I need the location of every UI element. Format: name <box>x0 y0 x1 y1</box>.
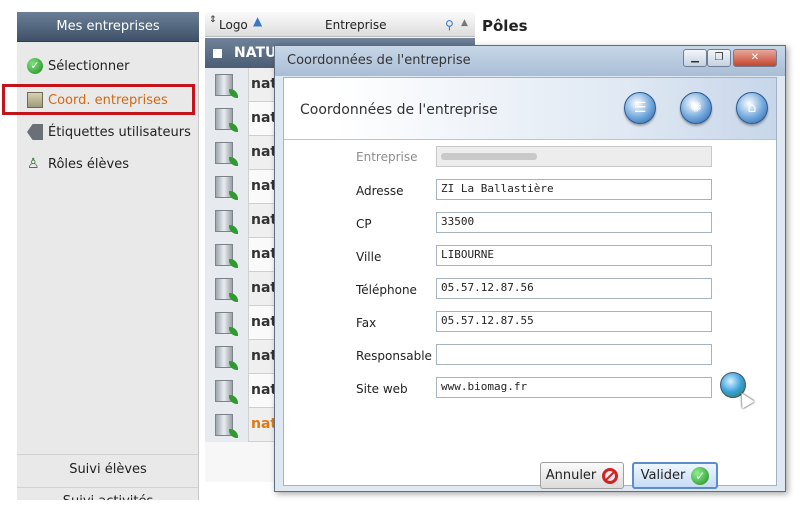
cp-field[interactable]: 33500 <box>436 212 712 233</box>
logo-cell <box>205 68 249 102</box>
list-icon[interactable]: ☰ <box>624 92 656 124</box>
sidebar-section-suivi-activites[interactable]: Suivi activités <box>17 487 199 500</box>
logo-cell <box>205 136 249 170</box>
tag-icon <box>27 124 43 140</box>
group-label: NATU <box>234 45 277 61</box>
leaf-icon <box>229 429 238 438</box>
logo-cell <box>205 340 249 374</box>
logo-cell <box>205 408 249 442</box>
label-telephone: Téléphone <box>356 283 417 297</box>
label-site-web: Site web <box>356 382 408 396</box>
sort-asc-icon[interactable]: ▲ <box>253 14 262 28</box>
book-leaf-icon <box>215 380 238 404</box>
leaf-icon <box>229 225 238 234</box>
maximize-icon[interactable]: ❐ <box>707 49 731 67</box>
responsable-field[interactable] <box>436 344 712 365</box>
book-leaf-icon <box>215 346 238 370</box>
book-leaf-icon <box>215 74 238 98</box>
leaf-icon <box>229 361 238 370</box>
leaf-icon <box>229 157 238 166</box>
logo-cell <box>205 272 249 306</box>
lightbulb-icon[interactable]: ✺ <box>680 92 712 124</box>
dialog-titlebar[interactable]: Coordonnées de l'entreprise ▁ ❐ ✕ <box>275 46 785 76</box>
book-leaf-icon <box>215 414 238 438</box>
company-form: Entreprise Adresse ZI La Ballastière CP … <box>284 140 776 489</box>
company-details-dialog: Coordonnées de l'entreprise ▁ ❐ ✕ Coordo… <box>274 45 786 492</box>
check-icon: ✓ <box>27 58 43 74</box>
leaf-icon <box>229 123 238 132</box>
logo-cell <box>205 238 249 272</box>
banner-title: Coordonnées de l'entreprise <box>300 102 498 118</box>
dialog-title: Coordonnées de l'entreprise <box>287 53 471 68</box>
building-icon[interactable]: ⌂ <box>736 92 768 124</box>
search-icon[interactable]: ⚲ <box>445 18 454 32</box>
logo-cell <box>205 102 249 136</box>
collapse-icon[interactable] <box>213 48 222 58</box>
label-cp: CP <box>356 217 372 231</box>
cancel-button[interactable]: Annuler <box>540 462 624 489</box>
leaf-icon <box>229 395 238 404</box>
sidebar-item-etiquettes[interactable]: Étiquettes utilisateurs <box>17 120 199 144</box>
sidebar-header: Mes entreprises <box>17 12 199 42</box>
scroll-up-icon[interactable]: ▲ <box>461 18 468 28</box>
logo-cell <box>205 204 249 238</box>
validate-label: Valider <box>640 468 686 483</box>
sidebar-item-selectionner[interactable]: ✓ Sélectionner <box>17 54 199 78</box>
label-fax: Fax <box>356 316 377 330</box>
grid-header: ⇕ Logo ▲ Entreprise ⚲ ▲ <box>205 12 475 37</box>
telephone-field[interactable]: 05.57.12.87.56 <box>436 278 712 299</box>
sidebar-item-label: Sélectionner <box>48 58 130 74</box>
book-leaf-icon <box>215 108 238 132</box>
dialog-banner: Coordonnées de l'entreprise ☰ ✺ ⌂ <box>284 78 776 140</box>
check-icon: ✓ <box>691 466 710 485</box>
book-leaf-icon <box>215 210 238 234</box>
label-entreprise: Entreprise <box>356 150 418 164</box>
logo-cell <box>205 170 249 204</box>
highlight-annotation <box>2 84 195 115</box>
book-leaf-icon <box>215 176 238 200</box>
leaf-icon <box>229 293 238 302</box>
label-adresse: Adresse <box>356 184 404 198</box>
close-icon[interactable]: ✕ <box>733 49 777 67</box>
logo-cell <box>205 306 249 340</box>
users-icon: ♙ <box>27 156 40 172</box>
sidebar-item-label: Étiquettes utilisateurs <box>48 124 191 140</box>
site-web-field[interactable]: www.biomag.fr <box>436 377 712 398</box>
fax-field[interactable]: 05.57.12.87.55 <box>436 311 712 332</box>
dialog-body: Coordonnées de l'entreprise ☰ ✺ ⌂ Entrep… <box>283 77 777 489</box>
leaf-icon <box>229 191 238 200</box>
sidebar-item-roles[interactable]: ♙ Rôles élèves <box>17 152 199 176</box>
validate-button[interactable]: Valider ✓ <box>632 462 718 489</box>
poles-panel-title: Pôles <box>482 17 528 35</box>
leaf-icon <box>229 259 238 268</box>
leaf-icon <box>229 327 238 336</box>
sidebar-section-suivi-eleves[interactable]: Suivi élèves <box>17 454 199 484</box>
book-leaf-icon <box>215 312 238 336</box>
adresse-field[interactable]: ZI La Ballastière <box>436 179 712 200</box>
resize-icon[interactable]: ⇕ <box>209 15 217 25</box>
book-leaf-icon <box>215 278 238 302</box>
column-header-logo[interactable]: Logo <box>219 18 248 32</box>
logo-cell <box>205 374 249 408</box>
book-leaf-icon <box>215 244 238 268</box>
entreprise-field <box>436 146 712 167</box>
leaf-icon <box>229 89 238 98</box>
ville-field[interactable]: LIBOURNE <box>436 245 712 266</box>
label-responsable: Responsable <box>356 349 432 363</box>
label-ville: Ville <box>356 250 382 264</box>
column-header-entreprise[interactable]: Entreprise <box>325 18 386 32</box>
book-leaf-icon <box>215 142 238 166</box>
sidebar-item-label: Rôles élèves <box>48 156 129 172</box>
cancel-label: Annuler <box>545 468 597 483</box>
minimize-icon[interactable]: ▁ <box>683 49 707 67</box>
prohibited-icon <box>602 467 619 484</box>
blurred-value <box>441 153 537 160</box>
